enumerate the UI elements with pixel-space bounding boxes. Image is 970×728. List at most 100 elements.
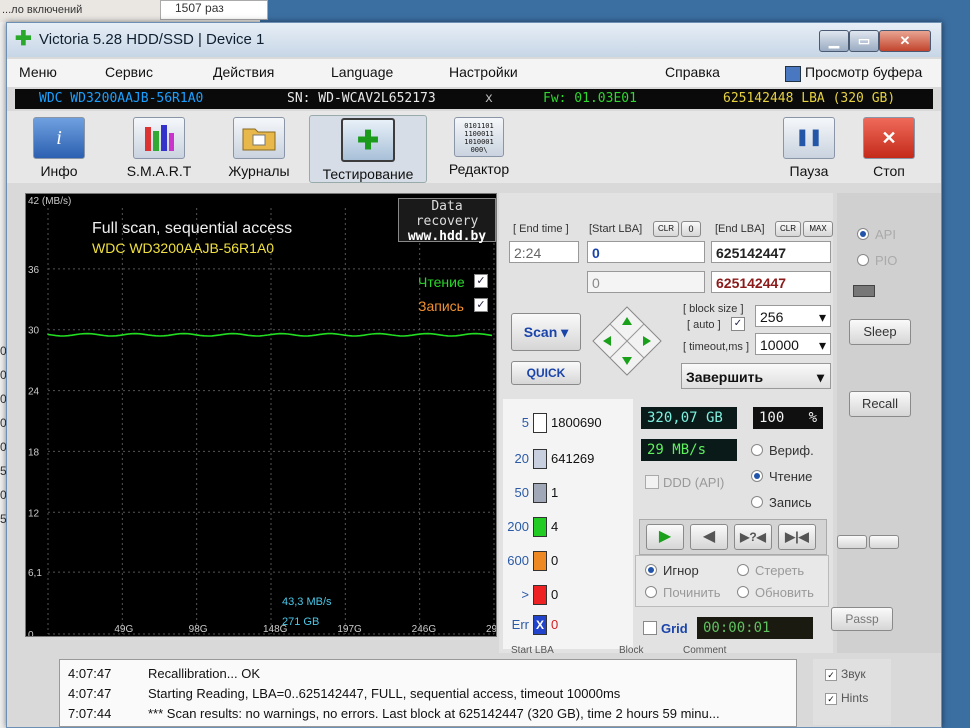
menu-item-service[interactable]: Сервис <box>105 64 153 80</box>
log-time: 7:07:44 <box>68 706 112 721</box>
start-lba-zero-button[interactable]: 0 <box>681 221 701 237</box>
end-lba-field[interactable]: 625142447 <box>711 241 831 263</box>
testing-button[interactable]: ✚ Тестирование <box>309 115 427 183</box>
write-legend-label: Запись <box>418 298 464 314</box>
close-button[interactable]: ✕ <box>879 30 931 52</box>
hints-label: Hints <box>841 691 869 705</box>
pio-radio[interactable]: PIO <box>857 253 897 268</box>
stat-count: 0 <box>551 553 559 568</box>
passport-button[interactable]: Passp <box>831 607 893 631</box>
logs-button[interactable]: Журналы <box>209 115 309 181</box>
end-time-value: 2:24 <box>514 245 542 261</box>
start-lba-clear-button[interactable]: CLR <box>653 221 679 237</box>
block-size-select[interactable]: 256 ▾ <box>755 305 831 327</box>
finish-action-value: Завершить <box>686 369 764 385</box>
skip-end-button[interactable]: ▶|◀ <box>778 524 816 550</box>
skip-unknown-button[interactable]: ▶?◀ <box>734 524 772 550</box>
end-lba-clear-button[interactable]: CLR <box>775 221 801 237</box>
pause-label: Пауза <box>789 163 829 179</box>
pause-button[interactable]: ❚❚ Пауза <box>769 115 849 181</box>
info-button[interactable]: i Инфо <box>9 115 109 181</box>
read-radio[interactable]: Чтение <box>751 469 812 484</box>
stop-button[interactable]: ✕ Стоп <box>849 115 929 181</box>
end-lba-label: [End LBA] <box>715 223 765 235</box>
auto-checkbox[interactable]: ✓ <box>731 317 745 331</box>
erase-radio[interactable]: Стереть <box>737 563 804 578</box>
sound-checkbox[interactable]: ✓ <box>825 669 837 681</box>
end-time-field[interactable]: 2:24 <box>509 241 579 263</box>
end-lba-max-button[interactable]: MAX <box>803 221 833 237</box>
verify-radio[interactable]: Вериф. <box>751 443 814 458</box>
stat-count: 641269 <box>551 451 595 466</box>
grid-checkbox[interactable] <box>643 621 657 635</box>
stat-ms: > <box>521 587 529 602</box>
quick-button[interactable]: QUICK <box>511 361 581 385</box>
column-start-lba: Start LBA <box>511 645 554 656</box>
menu-item-settings[interactable]: Настройки <box>449 64 518 80</box>
scan-button[interactable]: Scan ▾ <box>511 313 581 351</box>
background-value: 1507 раз <box>160 0 268 20</box>
stat-ms: 50 <box>514 485 529 500</box>
hints-checkbox[interactable]: ✓ <box>825 693 837 705</box>
side-small-button-1[interactable] <box>837 535 867 549</box>
device-info-bar[interactable]: WDC WD3200AAJB-56R1A0 SN: WD-WCAV2L65217… <box>15 89 933 109</box>
device-indicator <box>853 285 875 297</box>
timeout-arrow-icon: ▾ <box>818 337 826 353</box>
current-lba-end-value: 625142447 <box>716 275 787 291</box>
buffer-view-link[interactable]: Просмотр буфера <box>805 64 922 80</box>
ddd-api-checkbox[interactable] <box>645 475 659 489</box>
current-lba-end-field: 625142447 <box>711 271 831 293</box>
timeout-select[interactable]: 10000 ▾ <box>755 333 831 355</box>
menu-bar: Меню Сервис Действия Language Настройки … <box>7 59 941 87</box>
scan-label: Scan <box>523 324 558 340</box>
current-lba-start-value: 0 <box>592 275 600 291</box>
write-legend-checkbox[interactable]: ✓ <box>474 298 488 312</box>
scan-control-panel: [ End time ] 2:24 [Start LBA] CLR 0 0 [E… <box>499 193 833 656</box>
direction-pad[interactable] <box>591 305 663 377</box>
speed-graph: 36302418126,1049G98G148G197G246G295G 42 … <box>25 193 497 637</box>
x-tick-label: 295G <box>486 624 496 635</box>
editor-button[interactable]: 0101101 1100011 1010001 000\ Редактор <box>429 115 529 181</box>
read-label: Чтение <box>769 469 813 484</box>
read-legend-checkbox[interactable]: ✓ <box>474 274 488 288</box>
write-radio[interactable]: Запись <box>751 495 812 510</box>
play-button[interactable]: ▶ <box>646 524 684 550</box>
editor-label: Редактор <box>448 161 510 177</box>
start-lba-field[interactable]: 0 <box>587 241 705 263</box>
percent-value: 100 <box>759 410 785 426</box>
api-radio[interactable]: API <box>857 227 896 242</box>
rewind-button[interactable]: ◀ <box>690 524 728 550</box>
stat-ms: Err <box>511 617 529 632</box>
log-text: Starting Reading, LBA=0..625142447, FULL… <box>148 686 621 701</box>
graph-unit-label: 42 (MB/s) <box>28 196 72 207</box>
log-row: 7:07:44 *** Scan results: no warnings, no… <box>68 706 720 721</box>
stop-label: Стоп <box>873 163 905 179</box>
window-title: Victoria 5.28 HDD/SSD | Device 1 <box>39 31 265 48</box>
minimize-button[interactable]: ▁ <box>819 30 849 52</box>
block-size-value: 256 <box>760 309 784 325</box>
log-text: Recallibration... OK <box>148 666 260 681</box>
finish-action-select[interactable]: Завершить ▾ <box>681 363 831 389</box>
error-mark-icon: X <box>533 615 547 635</box>
menu-item-actions[interactable]: Действия <box>213 64 274 80</box>
verify-label: Вериф. <box>769 443 814 458</box>
title-bar[interactable]: ✚ Victoria 5.28 HDD/SSD | Device 1 ▁ ▭ ✕ <box>7 23 941 57</box>
ignore-radio[interactable]: Игнор <box>645 563 699 578</box>
maximize-button[interactable]: ▭ <box>849 30 879 52</box>
read-legend-label: Чтение <box>418 274 465 290</box>
refresh-radio[interactable]: Обновить <box>737 585 814 600</box>
side-small-button-2[interactable] <box>869 535 899 549</box>
y-tick-label: 36 <box>28 265 40 276</box>
progress-gb-display: 320,07 GB <box>641 407 737 429</box>
background-label: ...ло включений <box>2 4 83 16</box>
recall-button[interactable]: Recall <box>849 391 911 417</box>
stat-color-box <box>533 449 547 469</box>
event-log[interactable]: 4:07:47 Recallibration... OK 4:07:47 Start… <box>59 659 797 727</box>
device-close-mark[interactable]: x <box>485 91 493 106</box>
smart-button[interactable]: S.M.A.R.T <box>109 115 209 181</box>
sleep-button[interactable]: Sleep <box>849 319 911 345</box>
menu-item-language[interactable]: Language <box>331 64 393 80</box>
menu-item-help[interactable]: Справка <box>665 64 720 80</box>
menu-item-menu[interactable]: Меню <box>19 64 57 80</box>
repair-radio[interactable]: Починить <box>645 585 721 600</box>
